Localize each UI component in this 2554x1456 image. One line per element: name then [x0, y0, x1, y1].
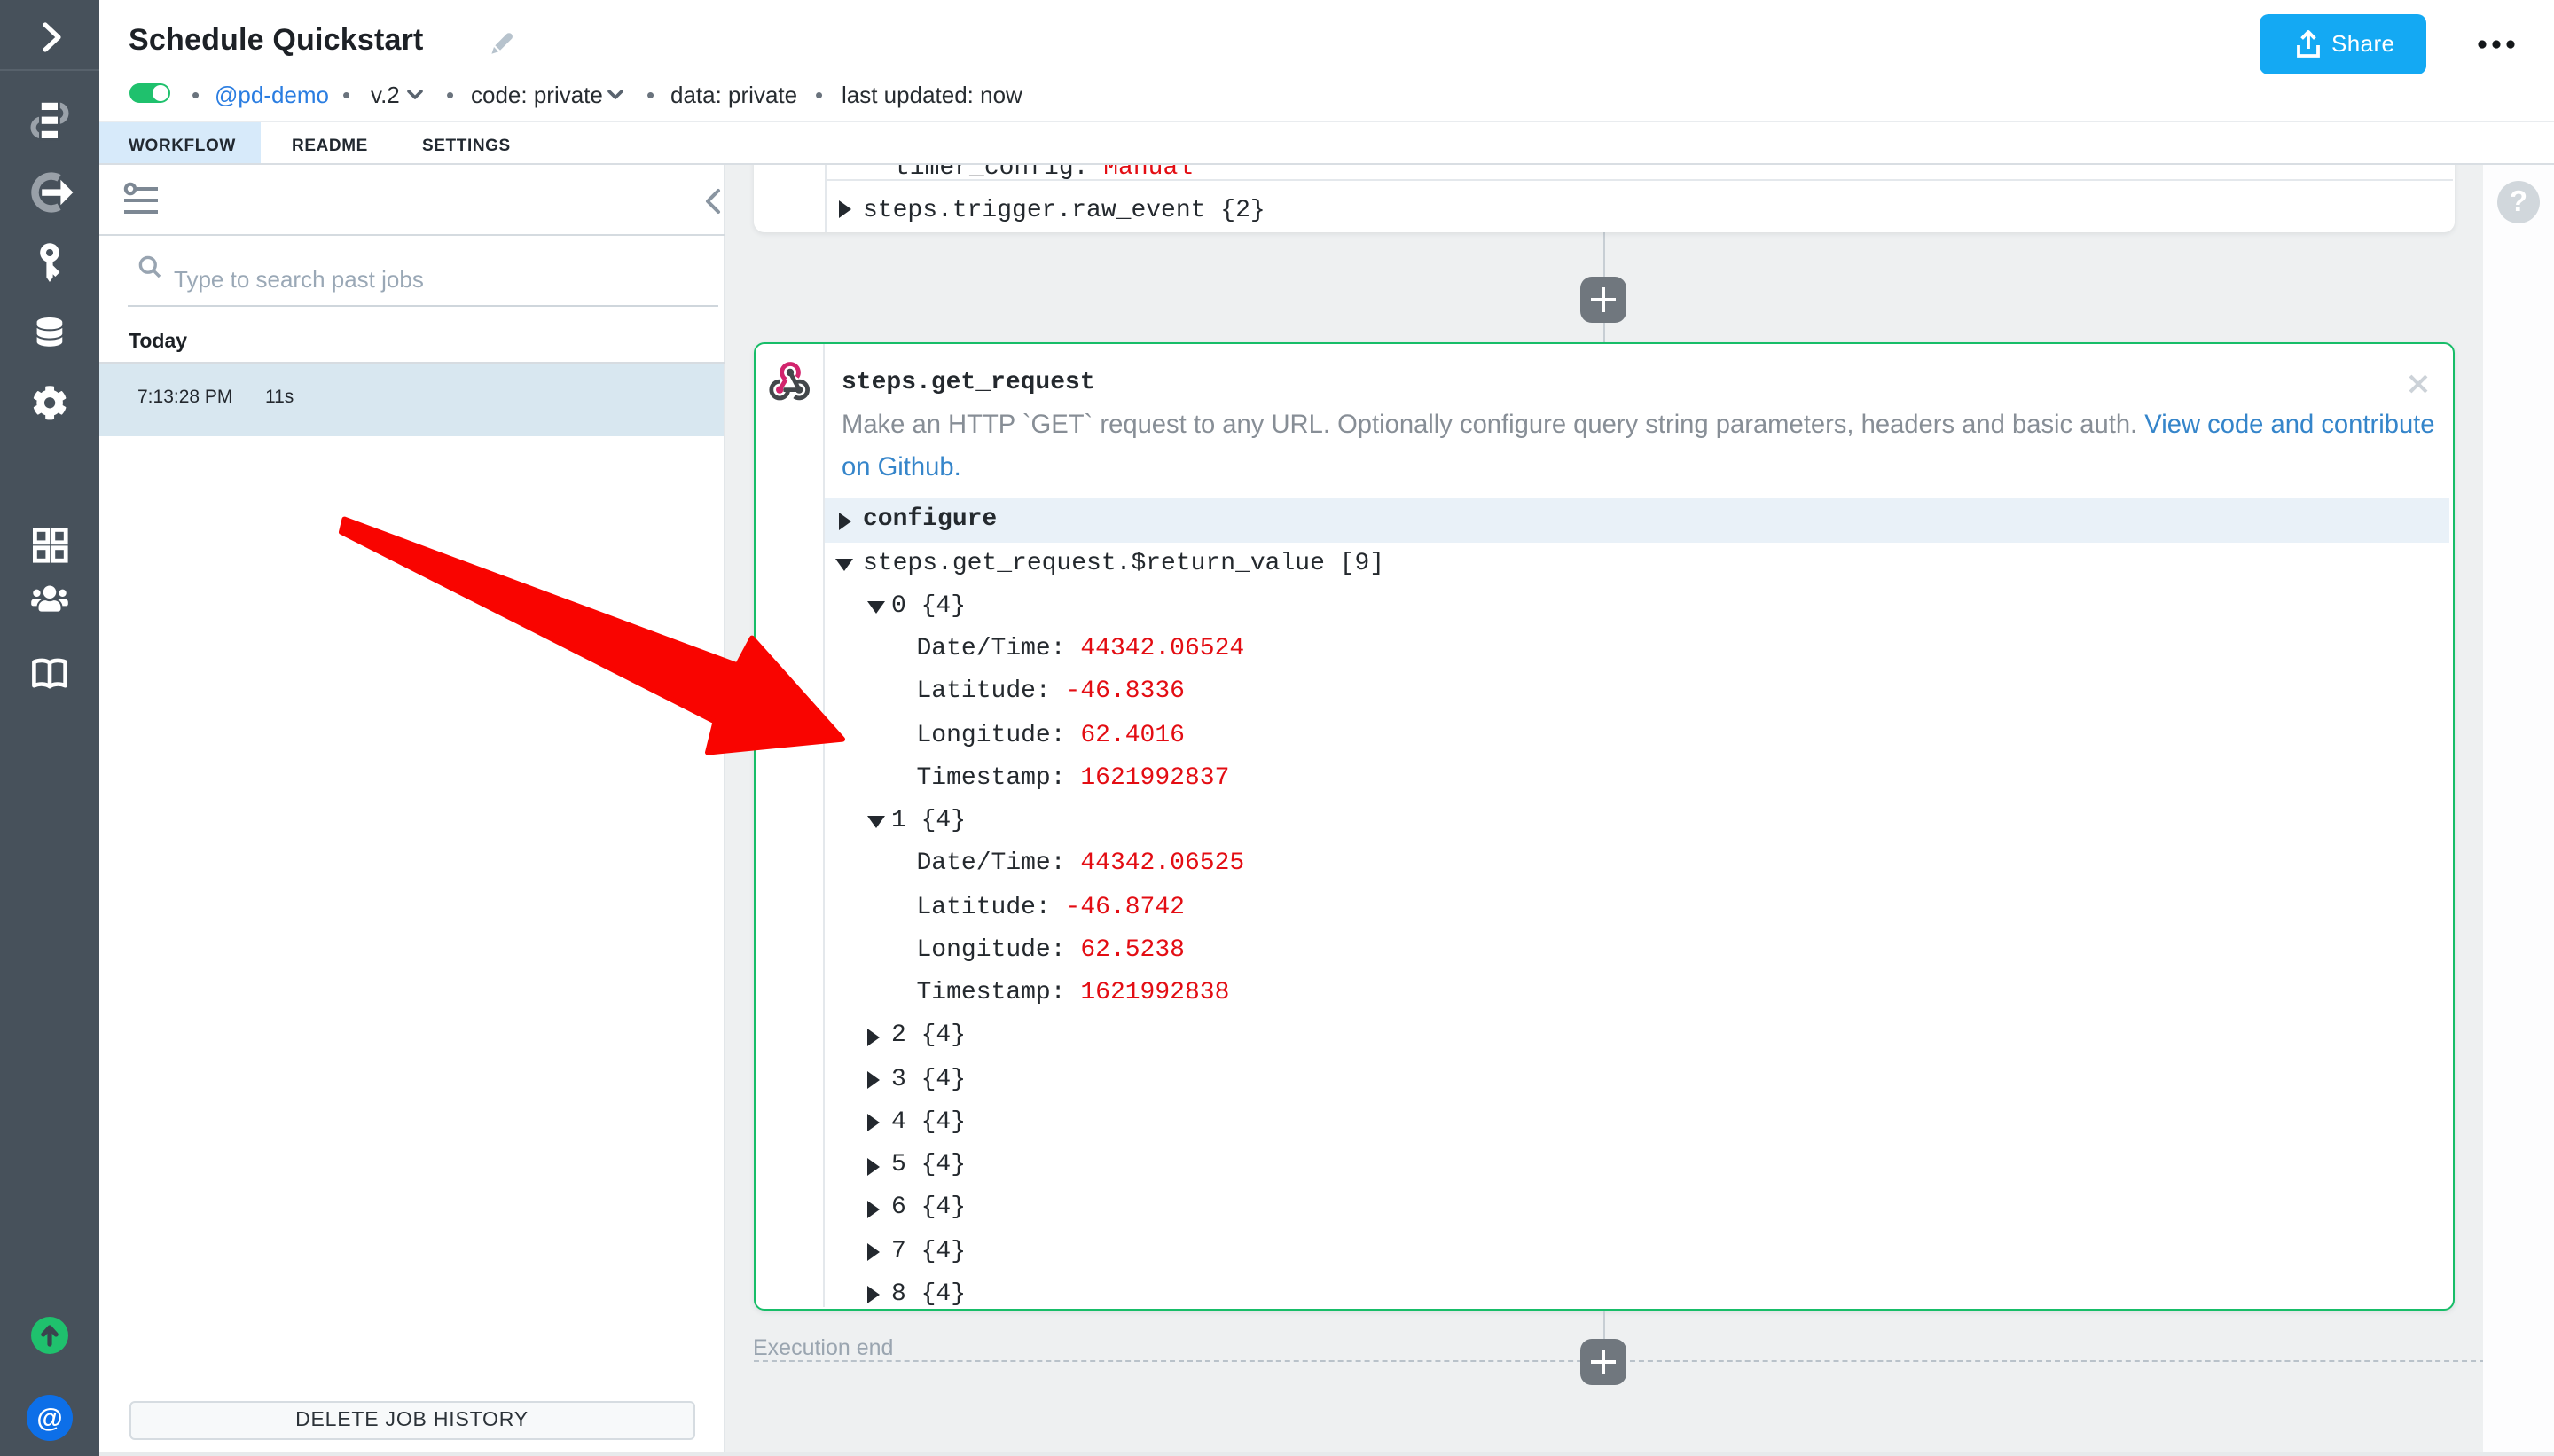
svg-text:@: @ — [36, 1404, 62, 1433]
